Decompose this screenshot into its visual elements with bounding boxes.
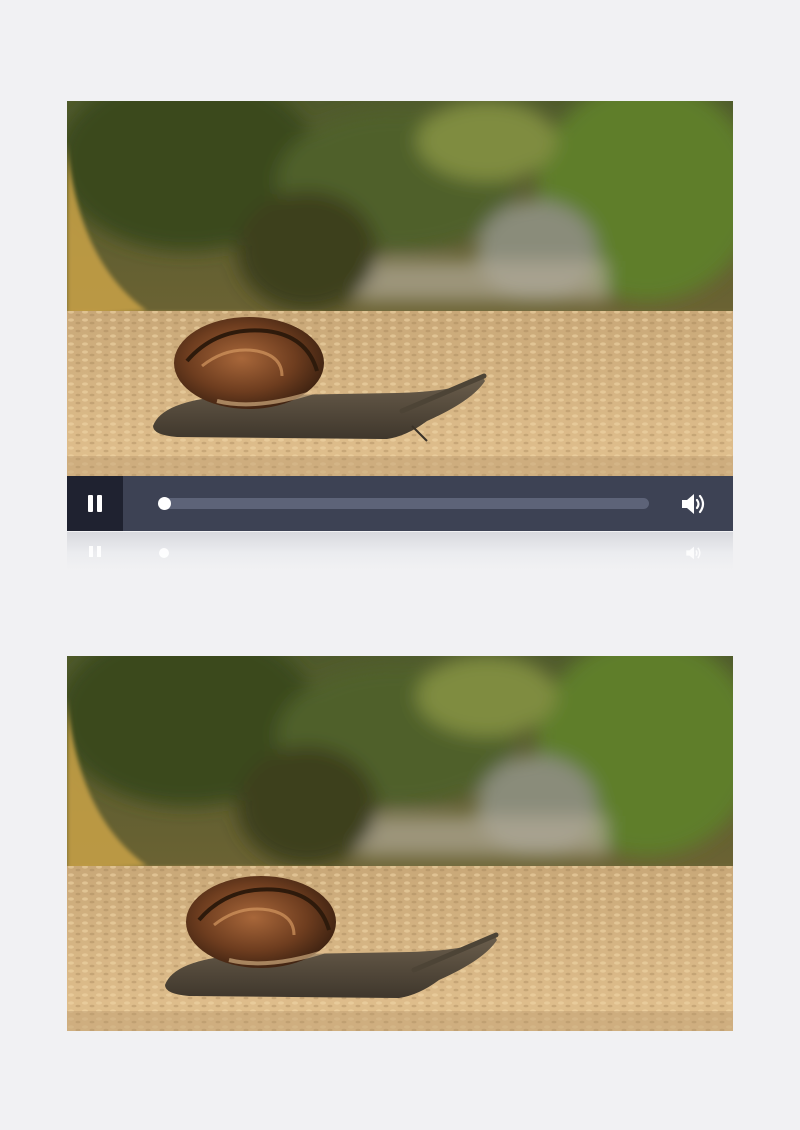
progress-track[interactable] (158, 497, 649, 510)
pause-icon-reflection (87, 546, 103, 557)
snail-still-image (67, 656, 733, 1031)
volume-button[interactable] (679, 490, 709, 518)
video-control-bar (67, 476, 733, 531)
pause-button[interactable] (67, 476, 123, 531)
control-bar-reflection (67, 532, 733, 570)
pause-icon (86, 495, 104, 512)
thumb-reflection (159, 548, 169, 558)
video-still-frame (67, 656, 733, 1031)
volume-icon (682, 494, 705, 514)
snail-video-image (67, 101, 733, 476)
volume-icon-reflection (686, 546, 701, 560)
video-frame[interactable] (67, 101, 733, 476)
progress-thumb[interactable] (158, 497, 171, 510)
